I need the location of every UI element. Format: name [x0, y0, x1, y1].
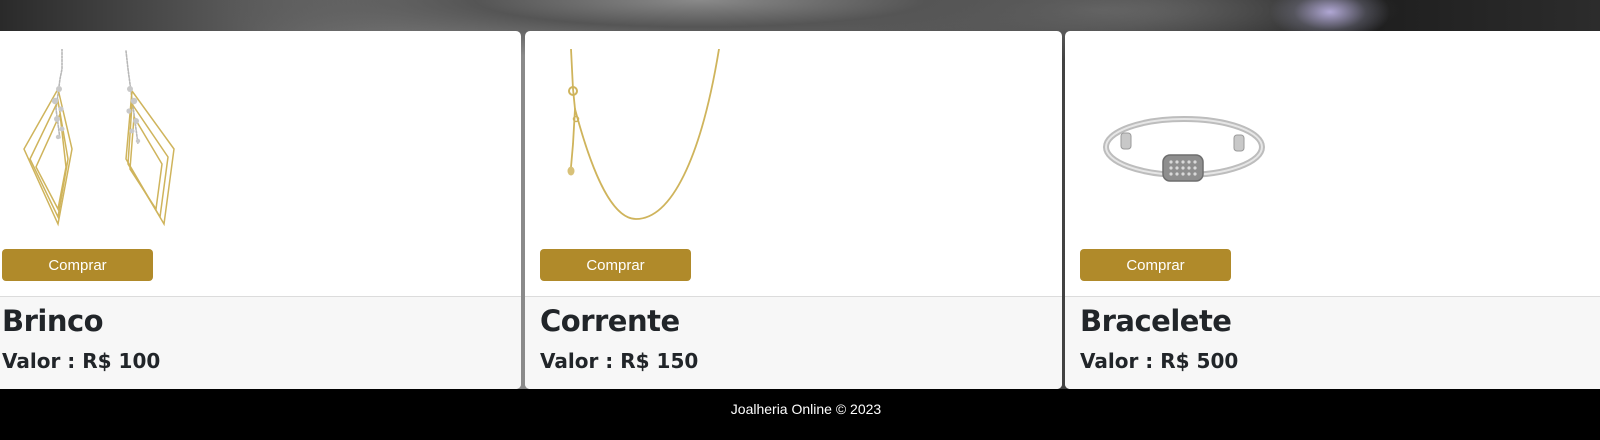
buy-button[interactable]: Comprar [1080, 249, 1231, 281]
product-title: Brinco [2, 304, 104, 338]
card-footer: Bracelete Valor : R$ 500 [1065, 296, 1600, 389]
card-body: Comprar [1065, 31, 1600, 296]
product-price: Valor : R$ 100 [2, 349, 161, 373]
card-body: Comprar [525, 31, 1062, 296]
product-card-bracelete: Comprar Bracelete Valor : R$ 500 [1065, 31, 1600, 389]
necklace-icon [567, 49, 720, 220]
card-body: Comprar [0, 31, 521, 296]
product-price: Valor : R$ 150 [540, 349, 699, 373]
buy-button[interactable]: Comprar [540, 249, 691, 281]
product-card-corrente: Comprar Corrente Valor : R$ 150 [525, 31, 1062, 389]
product-title: Corrente [540, 304, 680, 338]
bracelet-icon [1103, 116, 1265, 182]
earrings-icon [23, 49, 175, 227]
product-title: Bracelete [1080, 304, 1232, 338]
site-footer: Joalheria Online © 2023 [0, 389, 1600, 440]
card-footer: Brinco Valor : R$ 100 [0, 296, 521, 389]
product-card-list: Comprar Brinco Valor : R$ 100 Comprar Co… [0, 31, 1600, 389]
buy-button[interactable]: Comprar [2, 249, 153, 281]
card-footer: Corrente Valor : R$ 150 [525, 296, 1062, 389]
product-price: Valor : R$ 500 [1080, 349, 1239, 373]
copyright-text: Joalheria Online © 2023 [730, 401, 882, 417]
product-card-brinco: Comprar Brinco Valor : R$ 100 [0, 31, 521, 389]
